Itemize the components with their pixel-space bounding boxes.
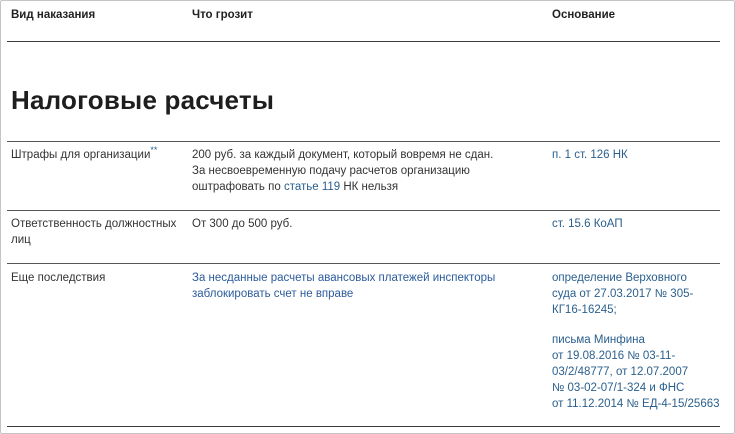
row-3-basis: определение Верховного суда от 27.03.201… bbox=[552, 270, 720, 412]
basis-line: 03/2/48777, от 12.07.2007 bbox=[552, 366, 689, 378]
row-1-basis-link[interactable]: п. 1 ст. 126 НК bbox=[552, 147, 628, 163]
tax-penalties-table: Вид наказания Что грозит Основание Налог… bbox=[0, 0, 735, 434]
section-divider bbox=[7, 141, 720, 142]
column-header-penalty-type: Вид наказания bbox=[11, 9, 96, 21]
minfin-letters-link[interactable]: письма Минфина от 19.08.2016 № 03-11- 03… bbox=[552, 332, 720, 412]
basis-line: от 11.12.2014 № ЕД-4-15/25663 bbox=[552, 398, 720, 410]
row-1-threat-text: НК нельзя bbox=[340, 181, 399, 193]
row-divider bbox=[7, 263, 720, 264]
header-divider bbox=[7, 41, 720, 42]
basis-line: определение Верховного bbox=[552, 272, 687, 284]
row-1-threat-text: оштрафовать по bbox=[192, 181, 284, 193]
column-header-basis: Основание bbox=[552, 9, 616, 21]
basis-line: № 03-02-07/1-324 и ФНС bbox=[552, 382, 685, 394]
supreme-court-ruling-link[interactable]: определение Верховного суда от 27.03.201… bbox=[552, 270, 720, 318]
row-3-penalty-type: Еще последствия bbox=[11, 272, 106, 284]
row-1-type-label: Штрафы для организации bbox=[11, 149, 151, 161]
row-2-type-line: Ответственность должностных bbox=[11, 218, 177, 230]
row-2-penalty-type: Ответственность должностных лиц bbox=[11, 216, 176, 248]
basis-line: КГ16-16245; bbox=[552, 304, 617, 316]
row-2-threat: От 300 до 500 руб. bbox=[192, 218, 293, 230]
article-119-link[interactable]: статье 119 bbox=[284, 181, 340, 193]
row-2-type-line: лиц bbox=[11, 234, 31, 246]
basis-line: письма Минфина bbox=[552, 334, 645, 346]
row-1-threat: 200 руб. за каждый документ, который вов… bbox=[192, 147, 493, 195]
row-2-basis-link[interactable]: ст. 15.6 КоАП bbox=[552, 216, 623, 232]
basis-line: суда от 27.03.2017 № 305- bbox=[552, 288, 694, 300]
row-1-threat-line: За несвоевременную подачу расчетов орган… bbox=[192, 165, 470, 177]
account-block-link[interactable]: За несданные расчеты авансовых платежей … bbox=[192, 270, 495, 302]
row-1-threat-line: 200 руб. за каждый документ, который вов… bbox=[192, 149, 494, 161]
row-1-penalty-type: Штрафы для организации** bbox=[11, 145, 158, 163]
row-divider bbox=[7, 210, 720, 211]
row-1-threat-line: оштрафовать по статье 119 НК нельзя bbox=[192, 179, 493, 195]
column-header-threat: Что грозит bbox=[192, 9, 253, 21]
footnote-marker: ** bbox=[150, 145, 158, 156]
account-block-link-line: За несданные расчеты авансовых платежей … bbox=[192, 272, 496, 284]
account-block-link-line: заблокировать счет не вправе bbox=[192, 288, 354, 300]
section-title: Налоговые расчеты bbox=[11, 85, 275, 115]
basis-line: от 19.08.2016 № 03-11- bbox=[552, 350, 676, 362]
table-bottom-border bbox=[7, 426, 720, 427]
